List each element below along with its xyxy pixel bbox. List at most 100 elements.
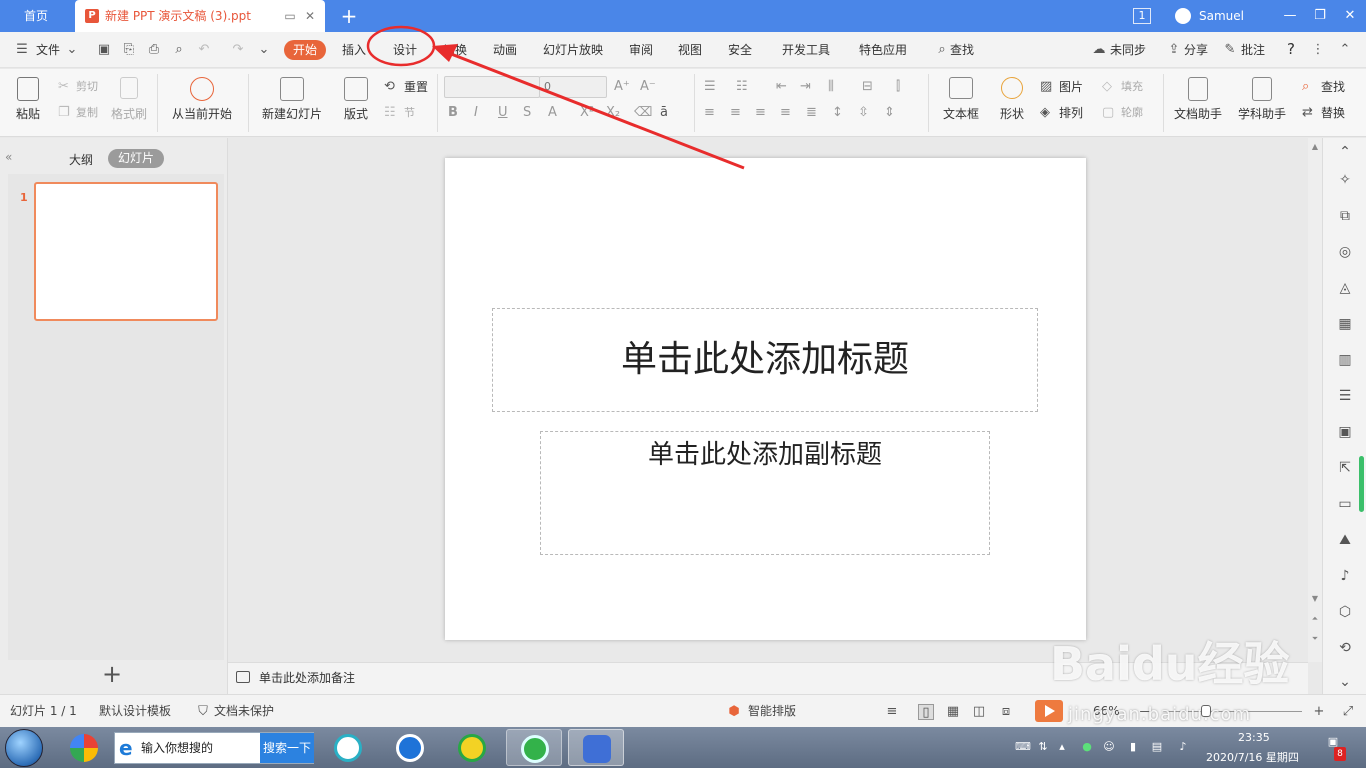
start-button[interactable]: [5, 729, 43, 767]
section-button[interactable]: 节: [404, 105, 415, 121]
align-right-icon[interactable]: ≡: [755, 105, 766, 121]
menu-tab-review[interactable]: 审阅: [629, 41, 653, 59]
align-text-icon[interactable]: ⊟: [862, 79, 873, 95]
save-icon[interactable]: ▣: [96, 42, 112, 58]
pin-tab-icon[interactable]: ▭: [283, 9, 297, 23]
subscript-icon[interactable]: X₂: [606, 105, 620, 121]
magic-icon[interactable]: ✧: [1337, 172, 1353, 188]
slide-sorter-icon[interactable]: ▦: [945, 704, 961, 720]
paragraph-spacing-icon[interactable]: ⇳: [858, 105, 869, 121]
window-count-badge[interactable]: 1: [1133, 8, 1151, 24]
reset-button[interactable]: 重置: [404, 79, 428, 95]
collapse-sidebar-icon[interactable]: ⌃: [1337, 144, 1353, 160]
presenter-view-icon[interactable]: ⧈: [998, 704, 1014, 720]
export-sidebar-icon[interactable]: ⇱: [1337, 460, 1353, 476]
image-icon[interactable]: ⛰: [1337, 532, 1353, 548]
subtitle-placeholder[interactable]: 单击此处添加副标题: [540, 431, 990, 555]
qq-icon[interactable]: ☺: [1102, 740, 1116, 754]
play-from-current-button[interactable]: 从当前开始: [166, 77, 238, 122]
collapse-pane-icon[interactable]: «: [5, 150, 12, 164]
clock-time[interactable]: 23:35: [1238, 731, 1270, 744]
scroll-down-icon[interactable]: ▼: [1308, 594, 1322, 603]
bold-icon[interactable]: B: [448, 105, 458, 121]
menu-tab-features[interactable]: 特色应用: [859, 41, 907, 59]
page-up-icon[interactable]: ⏶: [1308, 614, 1322, 624]
menu-search[interactable]: 查找: [950, 41, 974, 59]
increase-indent-icon[interactable]: ⇥: [800, 79, 811, 95]
paste-button[interactable]: 粘贴: [12, 77, 44, 122]
menu-tab-view[interactable]: 视图: [678, 41, 702, 59]
new-slide-button[interactable]: 新建幻灯片: [256, 77, 328, 122]
shape-button[interactable]: 形状: [994, 77, 1030, 122]
close-window-icon[interactable]: ✕: [1335, 0, 1365, 32]
distribute-icon[interactable]: ≣: [806, 105, 817, 121]
comment-icon[interactable]: ✎: [1222, 42, 1238, 58]
reading-view-icon[interactable]: ◫: [971, 704, 987, 720]
fit-window-icon[interactable]: ⤢: [1340, 704, 1356, 720]
menu-tab-insert[interactable]: 插入: [342, 41, 366, 59]
numbered-list-icon[interactable]: ☷: [736, 79, 748, 95]
font-color-icon[interactable]: A: [548, 105, 557, 121]
adjust-icon[interactable]: ☰: [1337, 388, 1353, 404]
menu-tab-slideshow[interactable]: 幻灯片放映: [543, 41, 603, 59]
clock-date[interactable]: 2020/7/16 星期四: [1206, 749, 1299, 765]
format-painter-button[interactable]: 格式刷: [110, 77, 148, 122]
menu-tab-transition[interactable]: 切换: [443, 41, 467, 59]
taskbar-search-button[interactable]: 搜索一下: [260, 733, 314, 763]
comment-button[interactable]: 批注: [1241, 41, 1265, 59]
volume-icon[interactable]: ♪: [1176, 740, 1190, 754]
new-tab-button[interactable]: +: [338, 3, 360, 29]
print-preview-icon[interactable]: ⌕: [171, 42, 187, 58]
paragraph-settings-icon[interactable]: ⇕: [884, 105, 895, 121]
layout-button[interactable]: 版式: [338, 77, 374, 122]
picture-library-icon[interactable]: ▣: [1337, 424, 1353, 440]
picture-button[interactable]: 图片: [1059, 79, 1083, 95]
backup-icon[interactable]: ⬡: [1337, 604, 1353, 620]
title-placeholder[interactable]: 单击此处添加标题: [492, 308, 1038, 412]
line-spacing-icon[interactable]: ↕: [832, 105, 843, 121]
menu-tab-animation[interactable]: 动画: [493, 41, 517, 59]
share-button[interactable]: 分享: [1184, 41, 1208, 59]
slide-thumbnail[interactable]: [34, 182, 218, 321]
close-tab-icon[interactable]: ✕: [303, 9, 317, 23]
bullet-list-icon[interactable]: ☰: [704, 79, 716, 95]
taskbar-app-wps[interactable]: [568, 729, 624, 766]
font-name-field[interactable]: [444, 76, 540, 98]
menu-file[interactable]: 文件: [36, 41, 60, 59]
keyboard-icon[interactable]: ⌨: [1015, 740, 1031, 754]
textbox-button[interactable]: 文本框: [937, 77, 985, 122]
smart-layout-button[interactable]: 智能排版: [748, 695, 796, 728]
tray-app-icon[interactable]: ●: [1080, 740, 1094, 754]
menu-tab-design[interactable]: 设计: [393, 41, 417, 59]
taskbar-search-input[interactable]: 输入你想搜的: [141, 733, 213, 763]
menu-tab-start[interactable]: 开始: [284, 40, 326, 60]
decrease-font-icon[interactable]: A⁻: [640, 79, 656, 95]
input-method-icon[interactable]: ⇅: [1036, 740, 1050, 754]
normal-view-icon[interactable]: ▯: [918, 704, 934, 720]
italic-icon[interactable]: I: [474, 105, 478, 121]
history-icon[interactable]: ⟲: [1337, 640, 1353, 656]
page-down-icon[interactable]: ⏷: [1308, 634, 1322, 644]
collapse-ribbon-icon[interactable]: ⌃: [1337, 42, 1353, 58]
increase-font-icon[interactable]: A⁺: [614, 79, 630, 95]
play-slideshow-button[interactable]: [1035, 700, 1063, 722]
text-direction-icon[interactable]: ⫼: [828, 79, 834, 95]
zoom-in-icon[interactable]: +: [1311, 704, 1327, 720]
chevron-down-icon[interactable]: ⌄: [64, 42, 80, 58]
slide-canvas[interactable]: 单击此处添加标题 单击此处添加副标题: [445, 158, 1086, 640]
notes-placeholder[interactable]: 单击此处添加备注: [259, 663, 355, 693]
menu-tab-developer[interactable]: 开发工具: [782, 41, 830, 59]
help-button[interactable]: ?: [1287, 40, 1295, 58]
network-icon[interactable]: ▮: [1126, 740, 1140, 754]
slides-library-icon[interactable]: ⧉: [1337, 208, 1353, 224]
subject-assistant-button[interactable]: 学科助手: [1233, 77, 1291, 122]
quick-access-more-icon[interactable]: ⌄: [256, 42, 272, 58]
underline-icon[interactable]: U: [498, 105, 508, 121]
user-avatar[interactable]: [1175, 8, 1191, 24]
arrange-button[interactable]: 排列: [1059, 105, 1083, 121]
taskbar-app-k[interactable]: [382, 729, 438, 766]
taskbar-app-v[interactable]: [320, 729, 376, 766]
sync-status[interactable]: 未同步: [1110, 41, 1146, 59]
character-spacing-icon[interactable]: ā: [660, 105, 668, 121]
document-protection-status[interactable]: 文档未保护: [214, 695, 274, 728]
